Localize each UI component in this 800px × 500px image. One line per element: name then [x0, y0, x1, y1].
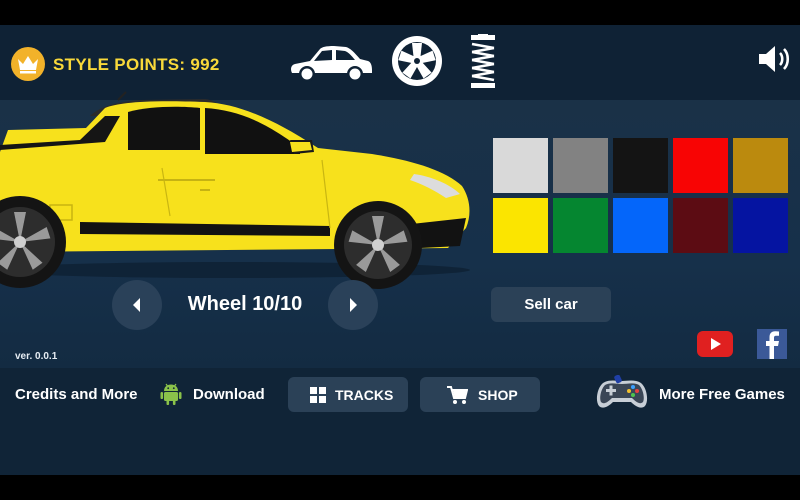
top-bar: STYLE POINTS: 992 [0, 25, 800, 100]
spring-icon [471, 34, 495, 88]
wheel-selection-label: Wheel 10/10 [187, 293, 303, 315]
shop-button[interactable]: SHOP [420, 377, 540, 412]
car-preview [0, 90, 490, 295]
credits-link[interactable]: Credits and More [15, 386, 138, 403]
color-swatch[interactable] [553, 198, 608, 253]
color-swatch[interactable] [493, 138, 548, 193]
color-palette [493, 138, 790, 254]
color-swatch[interactable] [673, 138, 728, 193]
version-label: ver. 0.0.1 [15, 351, 58, 362]
more-games-link[interactable]: More Free Games [659, 386, 785, 403]
suspension-tab[interactable] [468, 34, 498, 95]
facebook-button[interactable] [757, 329, 787, 364]
game-screen: STYLE POINTS: 992 Wheel 10/10 Sell car v… [0, 25, 800, 475]
next-wheel-button[interactable] [328, 280, 378, 330]
tracks-button[interactable]: TRACKS [288, 377, 408, 412]
tracks-label: TRACKS [335, 387, 394, 403]
color-swatch[interactable] [673, 198, 728, 253]
sell-car-button[interactable]: Sell car [491, 287, 611, 322]
youtube-button[interactable] [697, 331, 733, 362]
bottom-letterbox [0, 475, 800, 500]
car-icon [291, 46, 372, 82]
color-swatch[interactable] [553, 138, 608, 193]
color-swatch[interactable] [733, 138, 788, 193]
arrow-left-icon [133, 298, 140, 312]
youtube-icon [697, 331, 733, 357]
car-body-tab[interactable] [288, 43, 374, 90]
cart-icon [447, 386, 468, 404]
color-swatch[interactable] [613, 138, 668, 193]
facebook-icon [757, 329, 787, 359]
top-letterbox [0, 0, 800, 25]
speaker-icon [759, 46, 790, 72]
color-swatch[interactable] [493, 198, 548, 253]
download-link[interactable]: Download [193, 386, 265, 403]
color-swatch[interactable] [733, 198, 788, 253]
crown-icon [11, 47, 45, 81]
android-icon [160, 382, 182, 411]
color-swatch[interactable] [613, 198, 668, 253]
wheel-tab[interactable] [390, 34, 444, 93]
arrow-right-icon [350, 298, 357, 312]
grid-icon [310, 387, 326, 403]
style-points: STYLE POINTS: 992 [53, 55, 220, 74]
gamepad-icon [595, 374, 649, 416]
shop-label: SHOP [478, 387, 518, 403]
previous-wheel-button[interactable] [112, 280, 162, 330]
sound-toggle[interactable] [757, 43, 793, 80]
rim-icon [392, 36, 442, 86]
